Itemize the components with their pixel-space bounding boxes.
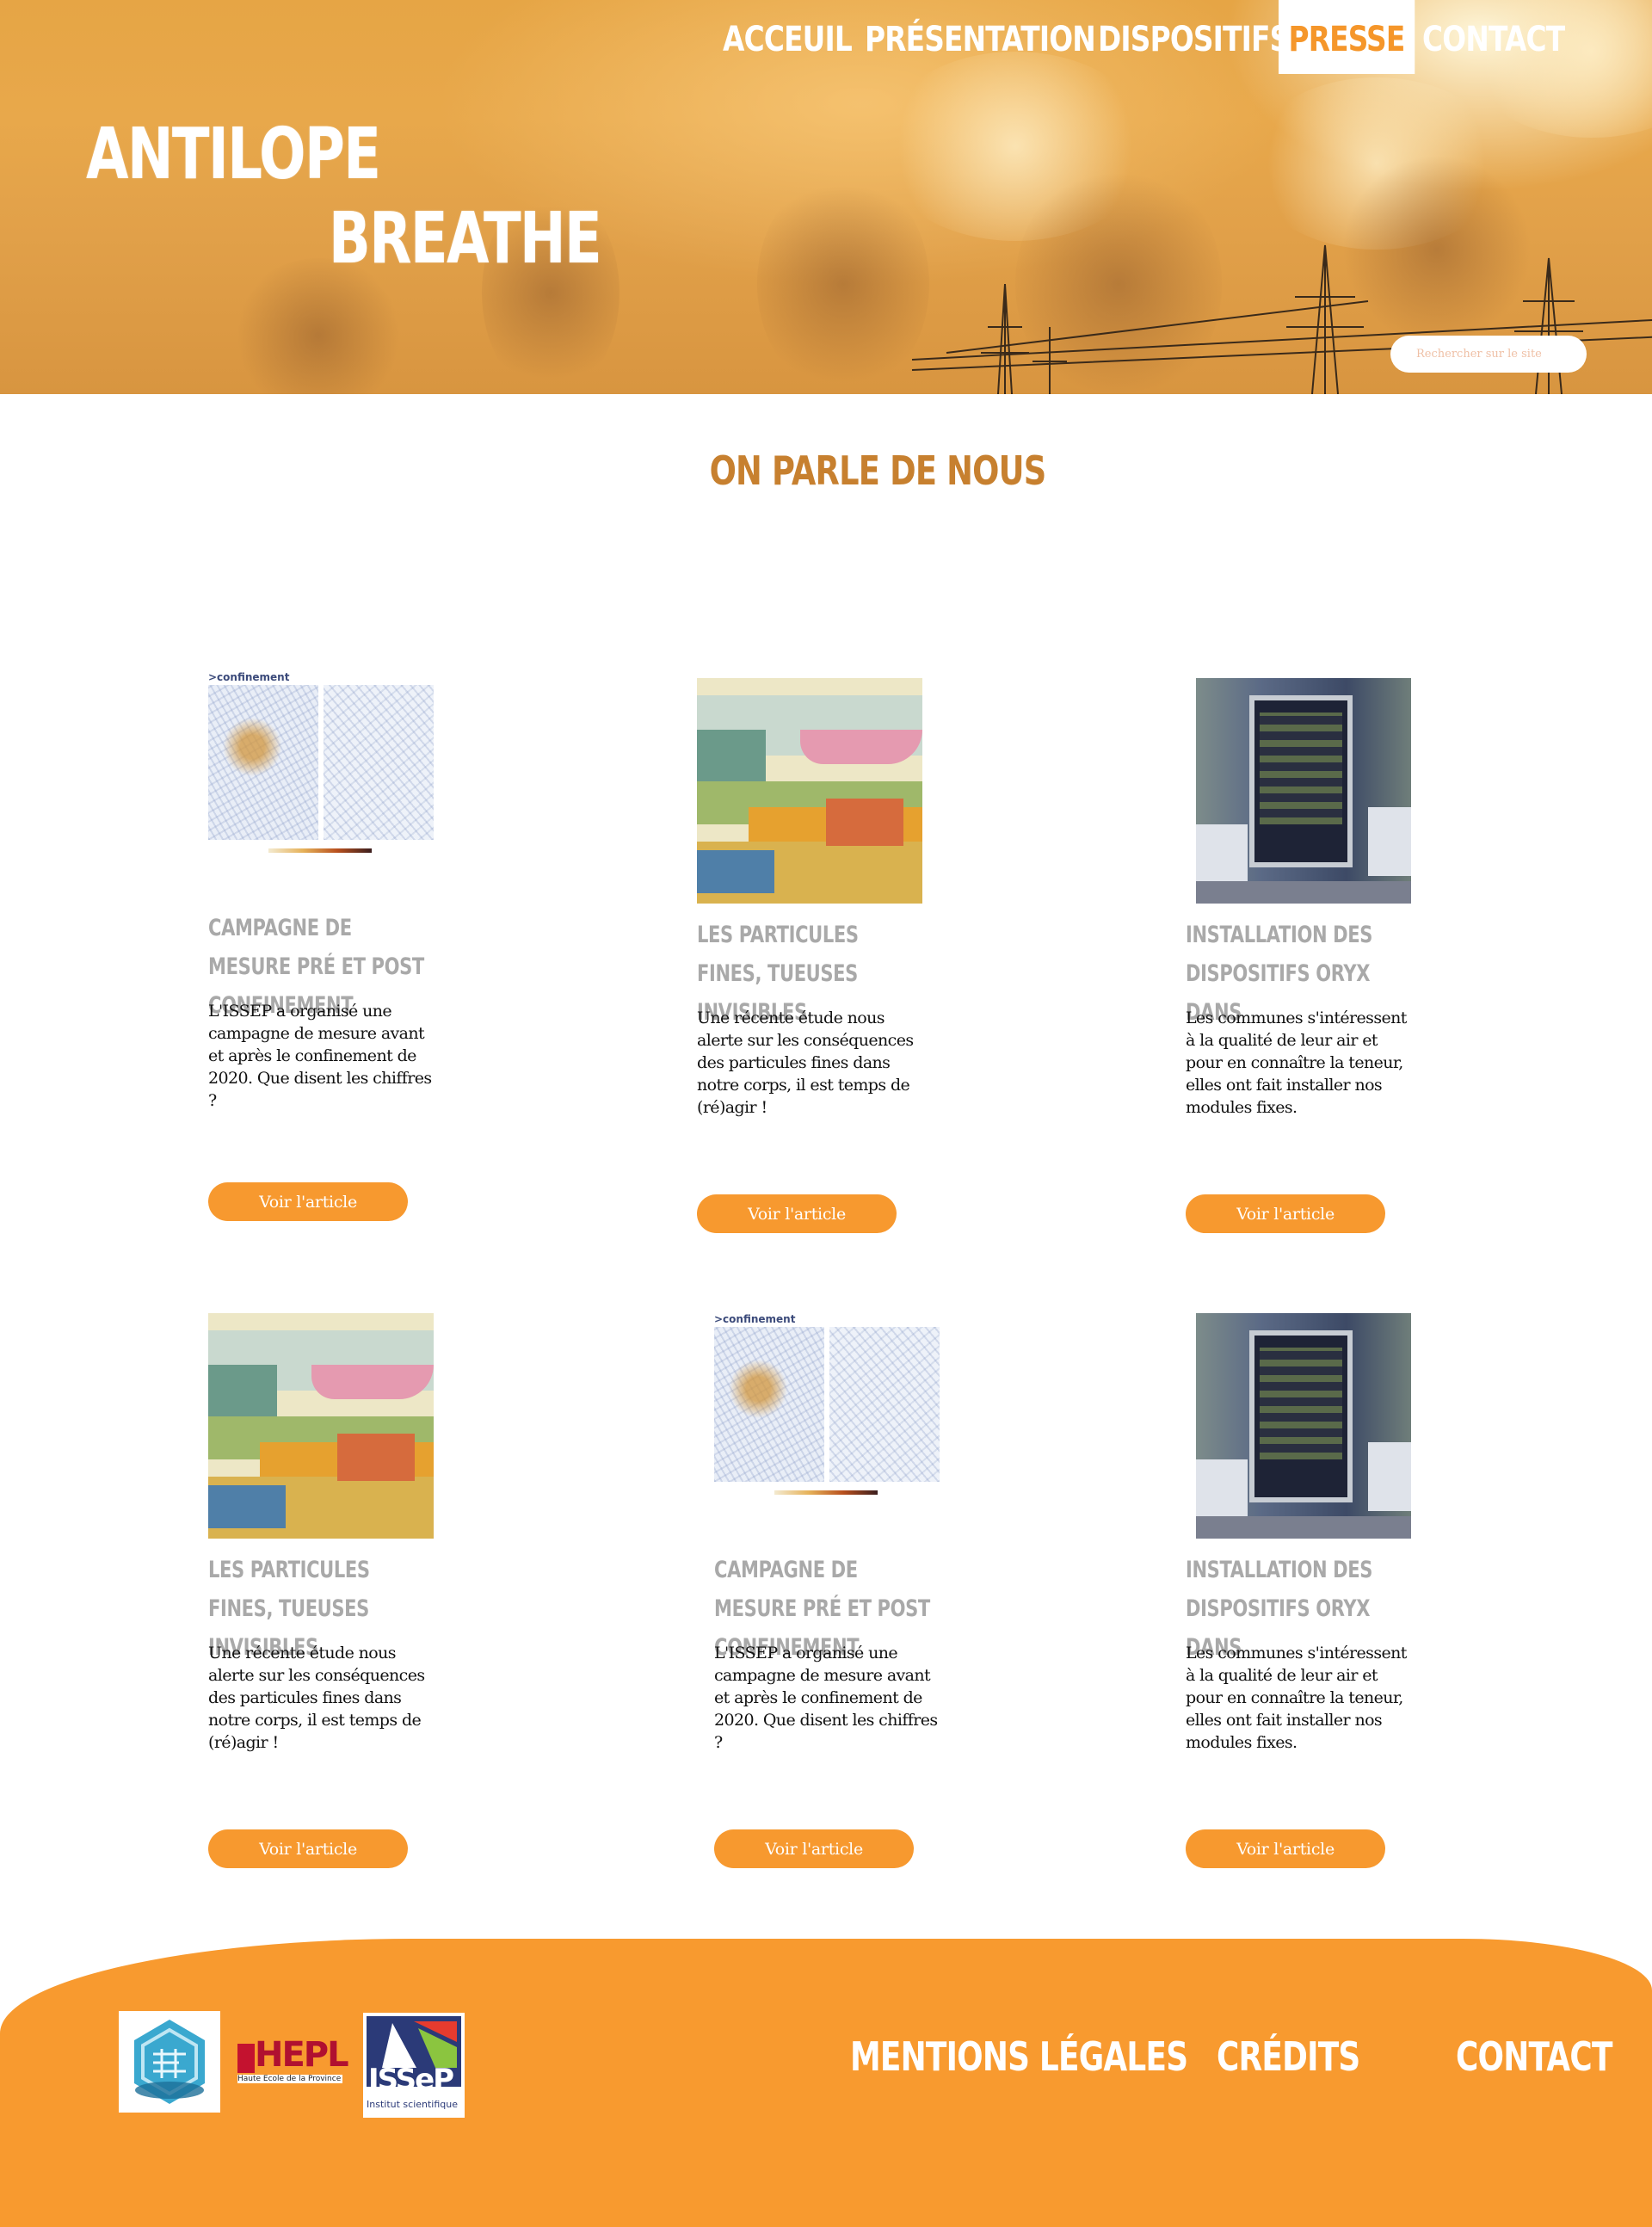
- hepl-logo-subtext: Haute École de la Province de Liège: [237, 2075, 342, 2083]
- hero-banner: ACCEUIL PRÉSENTATION DISPOSITIFS PRESSE …: [0, 0, 1652, 394]
- air-pollution-infographic-image: [208, 1313, 434, 1539]
- read-article-button[interactable]: Voir l'article: [208, 1829, 408, 1868]
- footer-link-contact[interactable]: CONTACT: [1456, 2033, 1612, 2080]
- hepl-logo-text: HEPL: [255, 2035, 349, 2075]
- read-article-button[interactable]: Voir l'article: [208, 1182, 408, 1221]
- nav-item-presse[interactable]: PRESSE: [1279, 0, 1415, 74]
- issep-logo-text: ISSeP: [368, 2063, 454, 2097]
- card-text: Une récente étude nous alerte sur les co…: [697, 1009, 914, 1117]
- card-text: L'ISSEP a organisé une campagne de mesur…: [714, 1644, 938, 1752]
- read-article-button[interactable]: Voir l'article: [1186, 1194, 1385, 1233]
- brand-line-2: BREATHE: [329, 198, 602, 280]
- card-text: Les communes s'intéressent à la qualité …: [1186, 1009, 1407, 1117]
- main-nav: ACCEUIL PRÉSENTATION DISPOSITIFS PRESSE …: [0, 0, 1652, 74]
- hepl-logo[interactable]: HEPL Haute École de la Province de Liège: [237, 2035, 349, 2088]
- card-text: L'ISSEP a organisé une campagne de mesur…: [208, 1002, 432, 1110]
- site-footer: HEPL Haute École de la Province de Liège…: [0, 1939, 1652, 2227]
- card-text: Une récente étude nous alerte sur les co…: [208, 1644, 425, 1752]
- image-caption: >confinement: [714, 1313, 796, 1325]
- read-article-button[interactable]: Voir l'article: [1186, 1829, 1385, 1868]
- brand-line-1: ANTILOPE: [86, 114, 381, 195]
- confinement-map-image: >confinement: [714, 1313, 940, 1539]
- search-input[interactable]: [1390, 336, 1587, 373]
- nav-item-acceuil[interactable]: ACCEUIL: [723, 0, 853, 74]
- nav-item-presentation[interactable]: PRÉSENTATION: [865, 0, 1096, 74]
- page-title: ON PARLE DE NOUS: [709, 447, 1047, 494]
- issep-logo-subtext: Institut scientifique: [367, 2099, 459, 2110]
- issep-logo[interactable]: ISSeP Institut scientifique: [363, 2013, 465, 2118]
- nav-item-contact[interactable]: CONTACT: [1422, 0, 1565, 74]
- air-pollution-infographic-image: [697, 678, 922, 904]
- read-article-button[interactable]: Voir l'article: [697, 1194, 897, 1233]
- oryx-device-image: [1196, 1313, 1411, 1539]
- confinement-map-image: >confinement: [208, 671, 434, 897]
- antilope-logo[interactable]: [119, 2011, 220, 2113]
- image-caption: >confinement: [208, 671, 290, 683]
- oryx-device-image: [1196, 678, 1411, 904]
- nav-item-dispositifs[interactable]: DISPOSITIFS: [1098, 0, 1290, 74]
- footer-link-mentions-legales[interactable]: MENTIONS LÉGALES: [850, 2033, 1188, 2080]
- footer-link-credits[interactable]: CRÉDITS: [1217, 2033, 1360, 2080]
- card-text: Les communes s'intéressent à la qualité …: [1186, 1644, 1407, 1752]
- read-article-button[interactable]: Voir l'article: [714, 1829, 914, 1868]
